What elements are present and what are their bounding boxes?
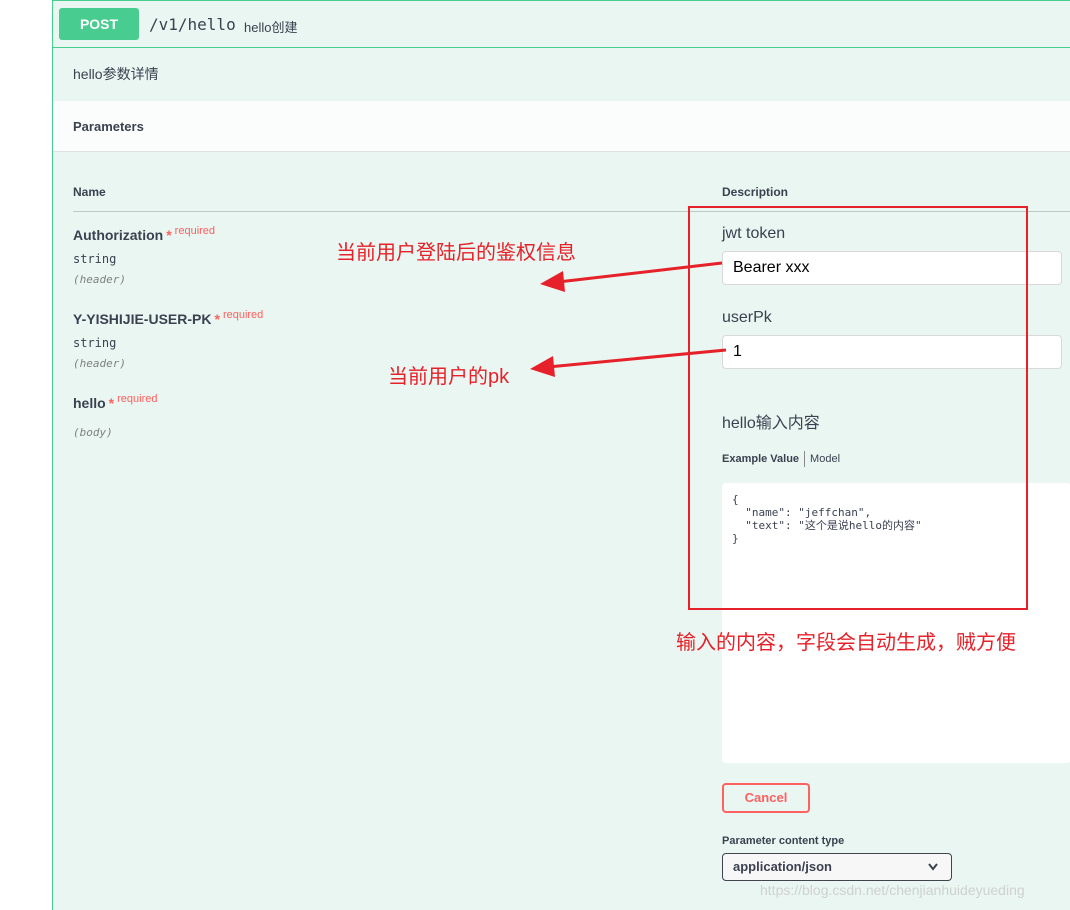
annotation-content: 输入的内容，字段会自动生成，贼方便 [676,632,1016,654]
operation-path: /v1/hello [149,15,236,34]
annotation-pk: 当前用户的pk [388,366,510,388]
required-label: required [174,225,216,237]
required-label: required [222,309,264,321]
watermark: https://blog.csdn.net/chenjianhuideyuedi… [760,882,1025,898]
column-description-header: Description [722,185,789,199]
param-name-text: Authorization [73,227,164,243]
param-location: (header) [73,273,126,286]
required-star: * [166,227,172,243]
annotation-auth: 当前用户登陆后的鉴权信息 [336,242,576,264]
param-name-authorization: Authorization * required [73,225,216,243]
content-type-label: Parameter content type [722,835,845,847]
operation-summary-text: hello创建 [244,20,298,35]
required-star: * [214,311,220,327]
param-location: (header) [73,357,126,370]
param-name-hello: hello * required [73,393,158,411]
parameters-title: Parameters [73,119,144,134]
param-name-text: hello [73,395,106,411]
required-label: required [117,393,158,405]
param-name-text: Y-YISHIJIE-USER-PK [73,311,212,327]
cancel-button[interactable]: Cancel [722,783,810,813]
operation-summary[interactable]: POST /v1/hello hello创建 [53,1,1070,48]
operation-description: hello参数详情 [73,66,159,82]
param-type: string [73,252,117,266]
annotation-box [688,206,1028,610]
content-type-value: application/json [733,859,832,874]
required-star: * [108,395,115,411]
method-badge: POST [59,8,139,40]
column-name-header: Name [73,185,106,199]
param-name-user-pk: Y-YISHIJIE-USER-PK * required [73,309,264,327]
param-type: string [73,336,117,350]
content-type-select[interactable]: application/json [722,853,952,881]
param-location: (body) [73,426,113,439]
parameters-header: Parameters [53,101,1070,152]
